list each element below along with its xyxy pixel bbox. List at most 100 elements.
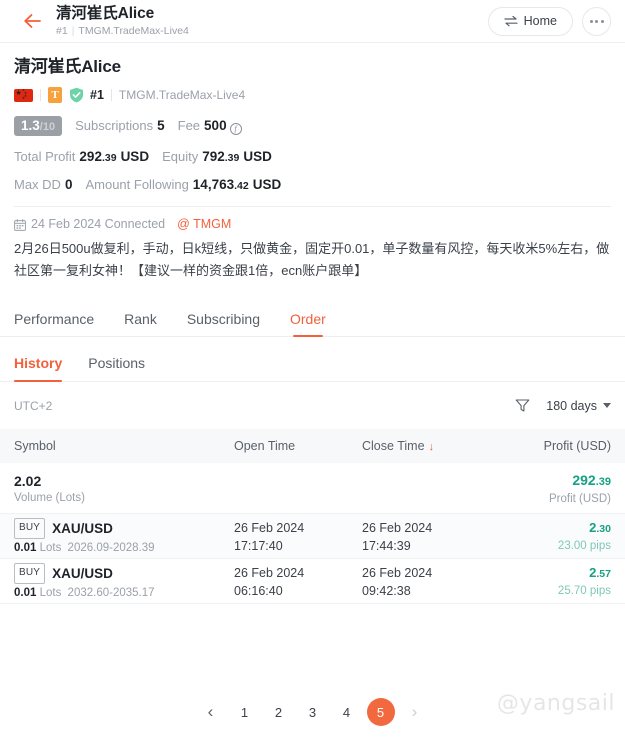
- swap-arrows-icon: [504, 15, 518, 27]
- pagination-page-3[interactable]: 3: [299, 698, 327, 726]
- tab-subscribing[interactable]: Subscribing: [187, 311, 260, 336]
- coin-icon: f: [229, 122, 242, 135]
- topbar-rank: #1: [56, 24, 68, 37]
- trade-open-time-cell: 26 Feb 2024 17:17:40: [234, 520, 362, 553]
- profile-header: 清河崔氏Alice ★ ★ ★ ★ ★ T #1 TMGM.TradeMax-Live4: [0, 43, 625, 103]
- trade-open-date: 26 Feb 2024: [234, 520, 305, 535]
- topbar-title-group: 清河崔氏Alice #1 | TMGM.TradeMax-Live4: [56, 5, 189, 38]
- trade-symbol-name: XAU/USD: [52, 520, 113, 536]
- topbar-subtitle: #1 | TMGM.TradeMax-Live4: [56, 25, 189, 38]
- tab-order[interactable]: Order: [290, 311, 326, 336]
- summary-row: 2.02 Volume (Lots) 292.39 Profit (USD): [0, 463, 625, 514]
- back-button[interactable]: [22, 10, 44, 32]
- pagination-page-5[interactable]: 5: [366, 698, 395, 726]
- table-header: Symbol Open Time Close Time ↓ Profit (USD…: [0, 429, 625, 463]
- trade-symbol-bottom: 0.01 Lots 2032.60-2035.17: [14, 587, 234, 599]
- score-badge: 1.3/10: [14, 116, 63, 136]
- trade-lots-label: Lots: [39, 586, 62, 599]
- pagination-prev-button[interactable]: ‹: [197, 698, 225, 726]
- column-header-profit[interactable]: Profit (USD): [491, 439, 611, 453]
- total-profit-currency: USD: [120, 149, 150, 164]
- trader-type-badge: T: [48, 87, 62, 103]
- trade-open-time: 17:17:40: [234, 538, 283, 553]
- column-header-close-time[interactable]: Close Time ↓: [362, 439, 491, 453]
- trade-profit-value: 2.30: [589, 520, 611, 535]
- broker-link[interactable]: @ TMGM: [177, 217, 231, 231]
- filter-funnel-icon[interactable]: [515, 398, 530, 413]
- pagination-page-4[interactable]: 4: [333, 698, 361, 726]
- secondary-tabs: History Positions: [0, 337, 625, 382]
- trade-pips: 23.00 pips: [557, 540, 611, 552]
- trade-close-date: 26 Feb 2024: [362, 565, 433, 580]
- summary-profit: 292.39 Profit (USD): [549, 472, 611, 505]
- trade-symbol-cell: BUY XAU/USD 0.01 Lots 2026.09-2028.39: [14, 518, 234, 554]
- trade-close-time: 09:42:38: [362, 583, 411, 598]
- ellipsis-icon: [589, 19, 593, 23]
- home-button[interactable]: Home: [487, 6, 573, 36]
- table-row[interactable]: BUY XAU/USD 0.01 Lots 2032.60-2035.17 26…: [0, 559, 625, 604]
- period-label: 180 days: [546, 398, 597, 413]
- trade-symbol-bottom: 0.01 Lots 2026.09-2028.39: [14, 542, 234, 554]
- score-value: 1.3: [21, 118, 40, 133]
- trade-open-time: 06:16:40: [234, 583, 283, 598]
- statistics-block: 1.3/10 Subscriptions 5 Fee 500 f Total P…: [0, 116, 625, 192]
- trade-close-time-cell: 26 Feb 2024 09:42:38: [362, 565, 491, 598]
- arrow-left-icon: [24, 14, 41, 28]
- trade-lots-value: 0.01: [14, 586, 37, 599]
- tab-positions[interactable]: Positions: [88, 355, 145, 381]
- topbar-title: 清河崔氏Alice: [56, 4, 155, 22]
- connected-date: 24 Feb 2024 Connected: [31, 217, 166, 231]
- badge-divider: [110, 89, 112, 101]
- profile-badge-row: ★ ★ ★ ★ ★ T #1 TMGM.TradeMax-Live4: [14, 87, 611, 103]
- badge-divider: [40, 89, 41, 101]
- column-header-open-time[interactable]: Open Time: [234, 439, 362, 453]
- fee-value: 500: [204, 118, 227, 133]
- pagination-page-2[interactable]: 2: [265, 698, 293, 726]
- profile-page: 清河崔氏Alice #1 | TMGM.TradeMax-Live4 Home 清河…: [0, 0, 625, 744]
- trade-side-badge: BUY: [14, 518, 46, 539]
- summary-profit-value: 292.39: [572, 471, 611, 488]
- pagination: ‹ 1 2 3 4 5 ›: [0, 698, 625, 726]
- shield-check-icon: [69, 87, 84, 103]
- trade-profit-cell: 2.57 25.70 pips: [491, 565, 611, 597]
- score-denominator: /10: [39, 121, 56, 133]
- trade-open-time-cell: 26 Feb 2024 06:16:40: [234, 565, 362, 598]
- equity-label: Equity: [162, 149, 199, 164]
- amount-following-label: Amount Following: [85, 177, 189, 192]
- tab-history[interactable]: History: [14, 355, 63, 382]
- arrow-down-icon: ↓: [428, 441, 435, 453]
- amount-following-value: 14,763.42: [192, 177, 249, 192]
- column-header-symbol[interactable]: Symbol: [14, 439, 234, 453]
- topbar-actions: Home: [487, 6, 611, 36]
- trade-pips: 25.70 pips: [557, 585, 611, 597]
- summary-volume-value: 2.02: [14, 472, 42, 489]
- table-row[interactable]: BUY XAU/USD 0.01 Lots 2026.09-2028.39 26…: [0, 514, 625, 559]
- stat-row-dd-following: Max DD 0 Amount Following 14,763.42 USD: [14, 177, 611, 192]
- trade-close-time-cell: 26 Feb 2024 17:44:39: [362, 520, 491, 553]
- pagination-next-button[interactable]: ›: [401, 698, 429, 726]
- profile-account-name: TMGM.TradeMax-Live4: [118, 88, 246, 102]
- topbar-separator: |: [71, 24, 75, 37]
- stat-row-profit-equity: Total Profit 292.39 USD Equity 792.39 US…: [14, 149, 611, 164]
- trade-price-range: 2026.09-2028.39: [67, 541, 155, 554]
- trade-symbol-top: BUY XAU/USD: [14, 518, 234, 539]
- chevron-down-icon: [603, 403, 611, 408]
- pagination-page-1[interactable]: 1: [231, 698, 259, 726]
- tab-performance[interactable]: Performance: [14, 311, 94, 336]
- tab-rank[interactable]: Rank: [124, 311, 157, 336]
- home-button-label: Home: [523, 14, 557, 28]
- trade-symbol-top: BUY XAU/USD: [14, 563, 234, 584]
- more-options-button[interactable]: [582, 6, 611, 36]
- ellipsis-icon: [600, 19, 604, 23]
- filter-bar: UTC+2 180 days: [0, 382, 625, 429]
- trade-side-badge: BUY: [14, 563, 46, 584]
- ellipsis-icon: [595, 19, 598, 23]
- timezone-label: UTC+2: [14, 398, 53, 413]
- filter-controls: 180 days: [515, 398, 611, 413]
- max-dd-label: Max DD: [14, 177, 61, 192]
- trade-symbol-name: XAU/USD: [52, 565, 113, 581]
- fee-label: Fee: [177, 118, 201, 133]
- period-dropdown[interactable]: 180 days: [546, 399, 611, 413]
- trade-close-time: 17:44:39: [362, 538, 411, 553]
- summary-volume: 2.02 Volume (Lots): [14, 473, 85, 504]
